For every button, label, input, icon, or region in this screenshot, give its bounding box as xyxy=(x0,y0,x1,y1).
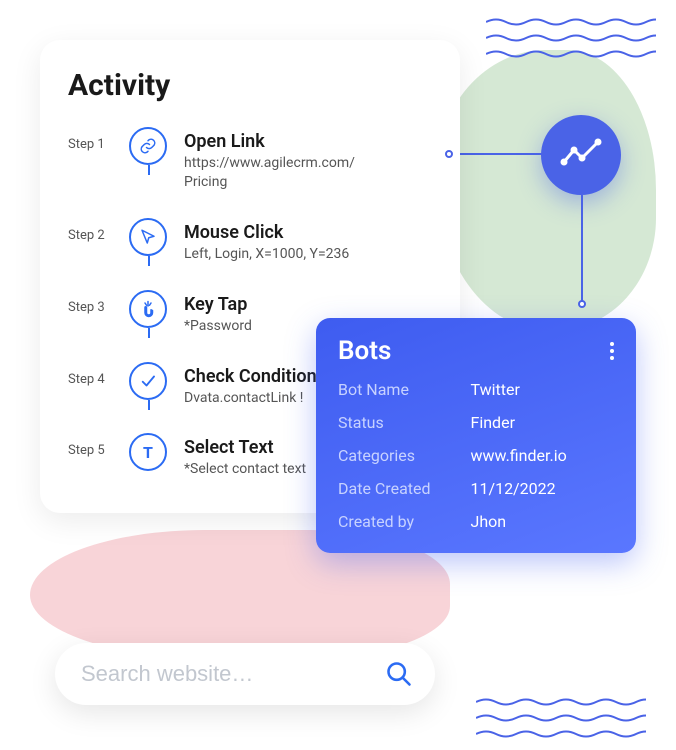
step-title: Key Tap xyxy=(184,294,252,315)
search-bar[interactable] xyxy=(55,643,435,705)
connector-dot xyxy=(578,300,586,308)
tap-icon xyxy=(129,290,167,328)
activity-title: Activity xyxy=(68,68,432,103)
waves-bottom xyxy=(476,692,646,740)
bots-value: Jhon xyxy=(470,512,614,531)
step-connector xyxy=(148,165,150,175)
step-label: Step 1 xyxy=(68,127,112,152)
bots-key: Bot Name xyxy=(338,380,470,399)
waves-top xyxy=(486,12,656,60)
bots-value: Twitter xyxy=(470,380,614,399)
activity-step[interactable]: Step 2 Mouse Click Left, Login, X=1000, Y=… xyxy=(68,218,432,290)
step-subtitle: Left, Login, X=1000, Y=236 xyxy=(184,245,349,264)
analytics-icon xyxy=(558,132,604,178)
check-icon xyxy=(129,362,167,400)
connector-dot xyxy=(445,150,453,158)
bots-value: 11/12/2022 xyxy=(470,479,614,498)
bots-row: Date Created11/12/2022 xyxy=(338,479,614,498)
bots-row: StatusFinder xyxy=(338,413,614,432)
search-icon[interactable] xyxy=(385,660,413,688)
step-label: Step 2 xyxy=(68,218,112,243)
bots-row: Bot NameTwitter xyxy=(338,380,614,399)
bots-key: Status xyxy=(338,413,470,432)
search-input[interactable] xyxy=(81,661,385,687)
more-icon[interactable] xyxy=(610,342,614,360)
step-subtitle: *Password xyxy=(184,317,252,336)
step-subtitle: https://www.agilecrm.com/Pricing xyxy=(184,154,355,192)
step-title: Check Condition xyxy=(184,366,317,387)
activity-step[interactable]: Step 1 Open Linkhttps://www.agilecrm.com/… xyxy=(68,127,432,218)
step-label: Step 3 xyxy=(68,290,112,315)
bg-blob-green xyxy=(436,50,656,330)
text-icon: T xyxy=(129,433,167,471)
bots-key: Date Created xyxy=(338,479,470,498)
step-connector xyxy=(148,328,150,338)
bots-row: Categorieswww.finder.io xyxy=(338,446,614,465)
connector-line xyxy=(581,195,583,305)
step-label: Step 4 xyxy=(68,362,112,387)
step-connector xyxy=(148,256,150,266)
link-icon xyxy=(129,127,167,165)
step-title: Select Text xyxy=(184,437,306,458)
bots-card: Bots Bot NameTwitterStatusFinderCategori… xyxy=(316,318,636,553)
bots-title: Bots xyxy=(338,336,391,366)
step-connector xyxy=(148,400,150,410)
bots-value: www.finder.io xyxy=(470,446,614,465)
bots-value: Finder xyxy=(470,413,614,432)
bots-row: Created byJhon xyxy=(338,512,614,531)
step-title: Open Link xyxy=(184,131,355,152)
step-subtitle: Dvata.contactLink ! xyxy=(184,389,317,408)
step-title: Mouse Click xyxy=(184,222,349,243)
bots-key: Created by xyxy=(338,512,470,531)
analytics-badge[interactable] xyxy=(541,115,621,195)
cursor-icon xyxy=(129,218,167,256)
step-label: Step 5 xyxy=(68,433,112,458)
bots-key: Categories xyxy=(338,446,470,465)
step-subtitle: *Select contact text xyxy=(184,460,306,479)
